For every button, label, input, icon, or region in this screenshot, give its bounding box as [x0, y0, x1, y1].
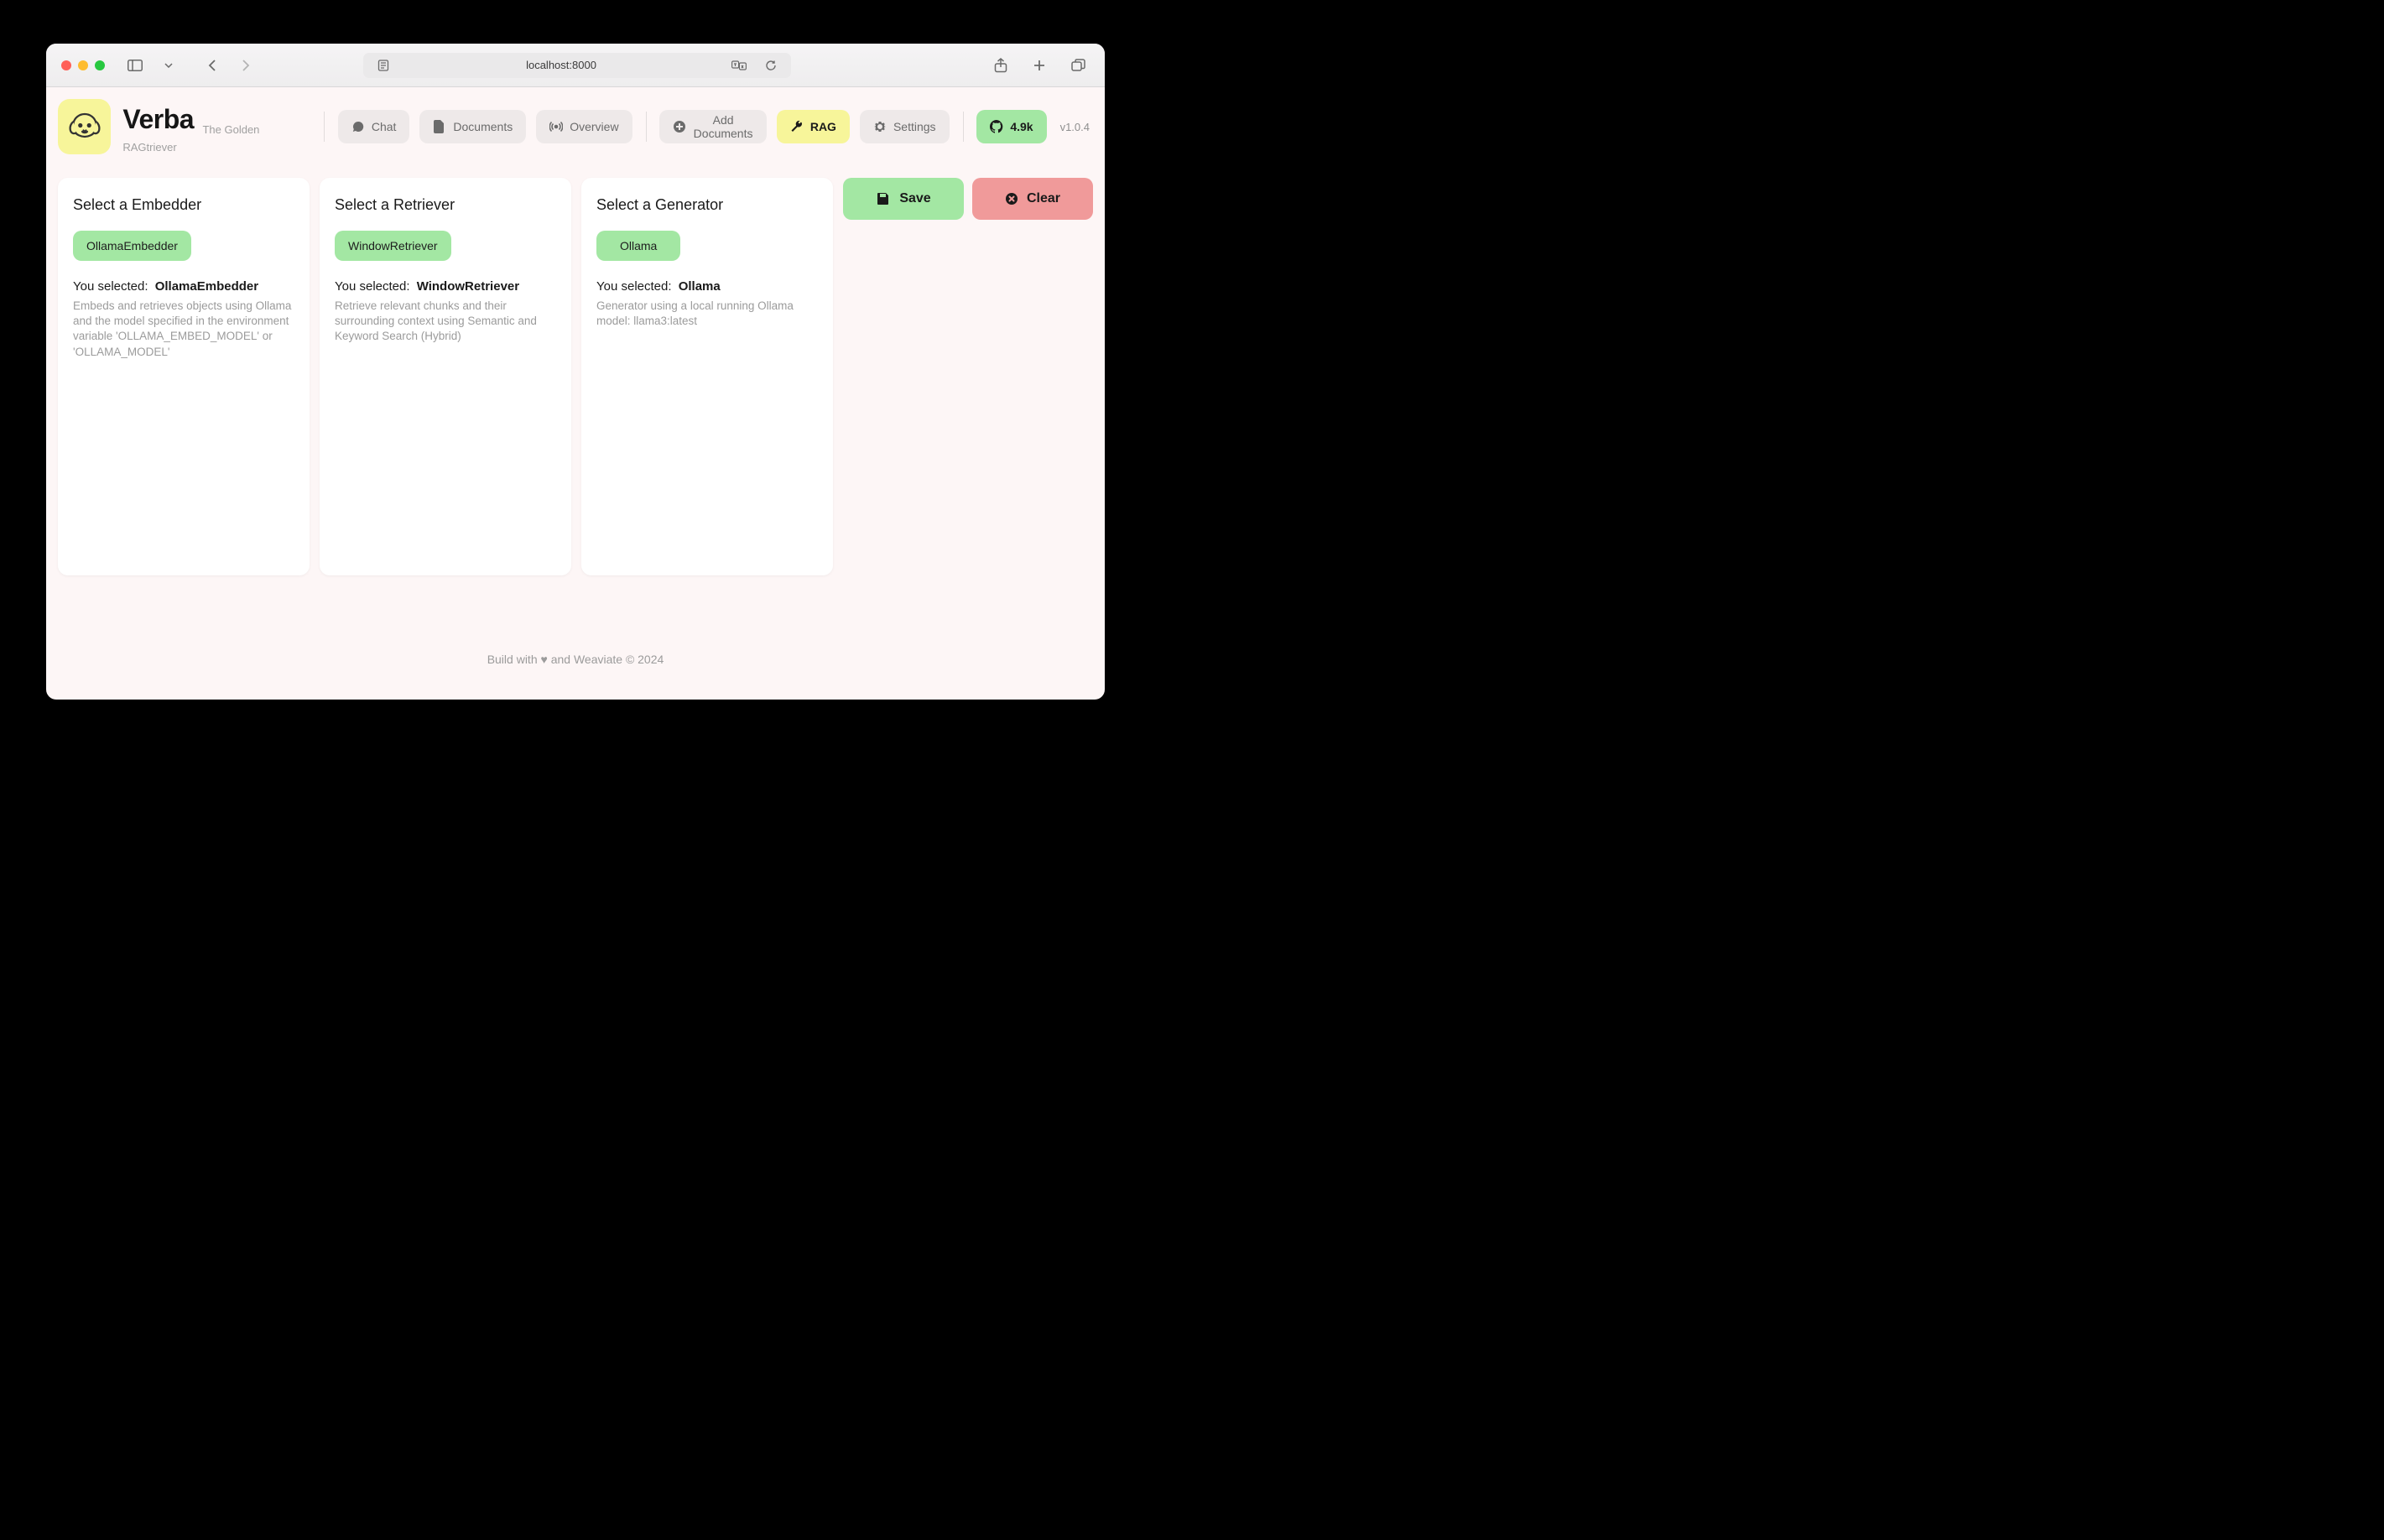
generator-chip[interactable]: Ollama	[596, 231, 680, 261]
chat-icon	[351, 120, 365, 133]
header-nav: Chat Documents Overview	[320, 110, 1093, 143]
nav-overview[interactable]: Overview	[536, 110, 632, 143]
generator-desc: Generator using a local running Ollama m…	[596, 299, 818, 329]
fullscreen-window-button[interactable]	[95, 60, 105, 70]
nav-documents-label: Documents	[453, 120, 513, 133]
wrench-icon	[790, 120, 804, 133]
url-text: localhost:8000	[402, 59, 721, 71]
nav-chat-label: Chat	[372, 120, 397, 133]
main-content: Select a Embedder OllamaEmbedder You sel…	[58, 163, 1093, 629]
minimize-window-button[interactable]	[78, 60, 88, 70]
embedder-desc: Embeds and retrieves objects using Ollam…	[73, 299, 294, 360]
gear-icon	[873, 120, 887, 133]
embedder-selected-label: You selected:	[73, 279, 148, 294]
retriever-title: Select a Retriever	[335, 196, 556, 214]
clear-icon	[1005, 192, 1018, 206]
forward-button[interactable]	[234, 55, 258, 75]
github-stars-count: 4.9k	[1010, 120, 1033, 133]
save-button-label: Save	[899, 191, 930, 206]
nav-add-documents[interactable]: Add Documents	[659, 110, 766, 143]
share-icon[interactable]	[989, 55, 1012, 75]
window-controls	[61, 60, 105, 70]
divider	[324, 112, 325, 142]
embedder-chip[interactable]: OllamaEmbedder	[73, 231, 191, 261]
tabs-icon[interactable]	[1066, 55, 1090, 75]
embedder-selected-value: OllamaEmbedder	[155, 279, 258, 294]
generator-card: Select a Generator Ollama You selected: …	[581, 178, 833, 575]
nav-documents[interactable]: Documents	[419, 110, 526, 143]
clear-button[interactable]: Clear	[972, 178, 1093, 220]
page-content: Verba The Golden RAGtriever Chat Documen…	[46, 87, 1105, 700]
divider	[646, 112, 647, 142]
github-stars-button[interactable]: 4.9k	[976, 110, 1046, 143]
close-window-button[interactable]	[61, 60, 71, 70]
sidebar-toggle-icon[interactable]	[123, 55, 147, 75]
generator-title: Select a Generator	[596, 196, 818, 214]
nav-add-documents-label: Add Documents	[693, 113, 752, 140]
brand-title: Verba	[122, 104, 194, 134]
nav-settings[interactable]: Settings	[860, 110, 950, 143]
broadcast-icon	[549, 120, 563, 133]
embedder-title: Select a Embedder	[73, 196, 294, 214]
footer-text: Build with ♥ and Weaviate © 2024	[58, 629, 1093, 700]
embedder-selected: You selected: OllamaEmbedder	[73, 279, 294, 294]
new-tab-icon[interactable]	[1028, 55, 1051, 75]
generator-selected-value: Ollama	[679, 279, 721, 294]
browser-window: localhost:8000	[46, 44, 1105, 700]
clear-button-label: Clear	[1027, 191, 1060, 206]
reload-icon[interactable]	[759, 55, 783, 75]
generator-selected-label: You selected:	[596, 279, 672, 294]
brand-block: Verba The Golden RAGtriever	[122, 104, 309, 150]
nav-settings-label: Settings	[893, 120, 936, 133]
app-header: Verba The Golden RAGtriever Chat Documen…	[58, 99, 1093, 163]
save-icon	[876, 191, 891, 206]
app-logo	[58, 99, 111, 154]
plus-circle-icon	[673, 120, 686, 133]
action-column: Save Clear	[843, 178, 1093, 629]
retriever-desc: Retrieve relevant chunks and their surro…	[335, 299, 556, 345]
document-icon	[433, 120, 446, 133]
titlebar: localhost:8000	[46, 44, 1105, 87]
generator-selected: You selected: Ollama	[596, 279, 818, 294]
save-button[interactable]: Save	[843, 178, 964, 220]
translate-icon[interactable]	[727, 55, 751, 75]
retriever-selected: You selected: WindowRetriever	[335, 279, 556, 294]
chevron-down-icon[interactable]	[157, 55, 180, 75]
back-button[interactable]	[200, 55, 224, 75]
divider	[963, 112, 964, 142]
address-bar[interactable]: localhost:8000	[363, 53, 791, 78]
retriever-selected-value: WindowRetriever	[417, 279, 519, 294]
nav-overview-label: Overview	[570, 120, 618, 133]
version-label: v1.0.4	[1060, 121, 1090, 133]
github-icon	[990, 120, 1003, 133]
nav-rag[interactable]: RAG	[777, 110, 850, 143]
retriever-selected-label: You selected:	[335, 279, 410, 294]
retriever-card: Select a Retriever WindowRetriever You s…	[320, 178, 571, 575]
nav-chat[interactable]: Chat	[338, 110, 410, 143]
reader-icon	[372, 55, 395, 75]
retriever-chip[interactable]: WindowRetriever	[335, 231, 451, 261]
nav-rag-label: RAG	[810, 120, 836, 133]
embedder-card: Select a Embedder OllamaEmbedder You sel…	[58, 178, 310, 575]
